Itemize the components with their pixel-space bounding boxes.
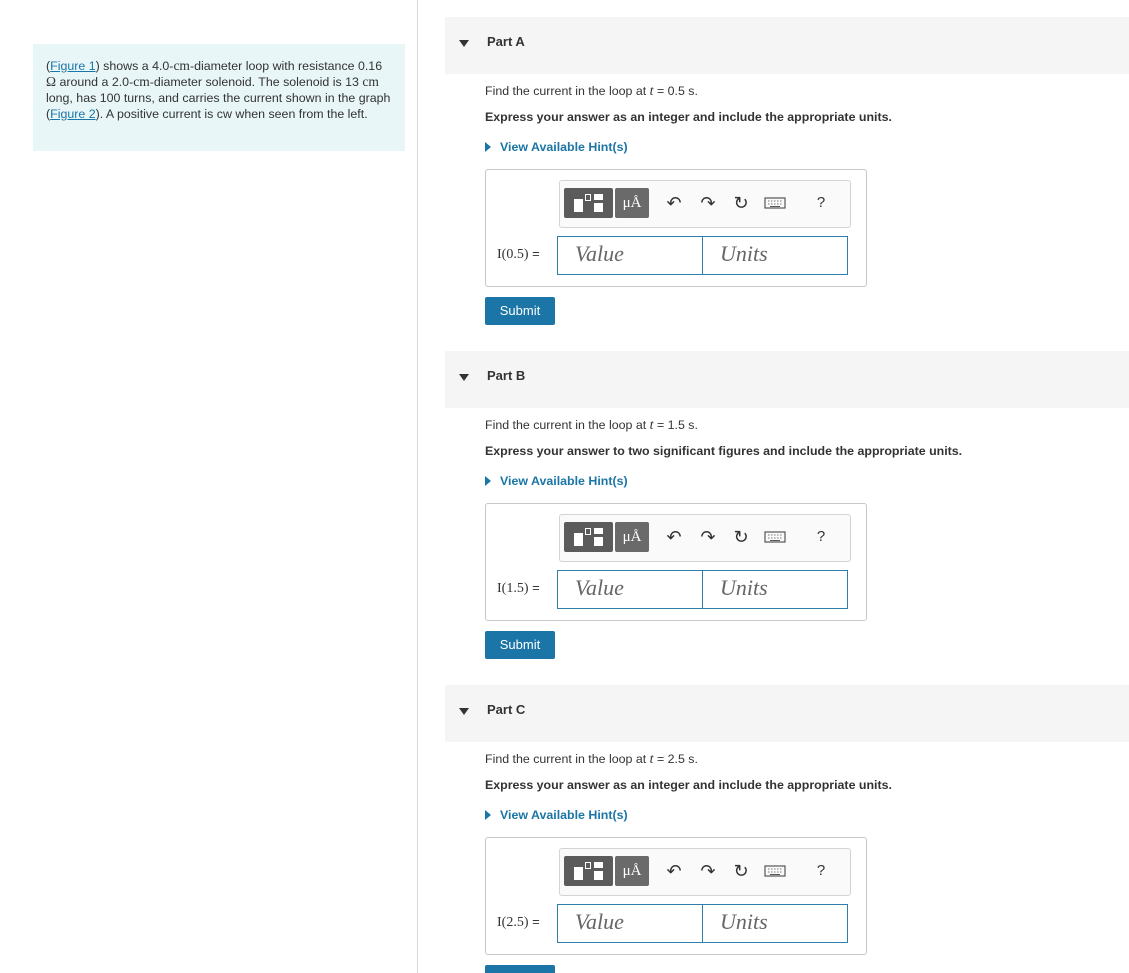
- answer-box: μÅ ↶ ↷ ↻ ? I(1.5) = Value Units: [485, 503, 867, 621]
- instruction-text: Express your answer to two significant f…: [485, 444, 963, 458]
- collapse-triangle-icon[interactable]: [459, 374, 469, 381]
- unit-cm: cm: [133, 74, 150, 89]
- units-button[interactable]: μÅ: [615, 856, 649, 886]
- undo-icon[interactable]: ↶: [663, 522, 685, 552]
- equation-label: I(2.5) =: [497, 914, 540, 930]
- math-toolbar: μÅ ↶ ↷ ↻ ?: [559, 180, 851, 228]
- submit-button[interactable]: Submit: [485, 965, 555, 973]
- keyboard-icon[interactable]: [764, 522, 786, 552]
- answer-box: μÅ ↶ ↷ ↻ ? I(2.5) = Value Units: [485, 837, 867, 955]
- value-input[interactable]: Value: [557, 570, 703, 609]
- expand-triangle-icon: [485, 810, 491, 820]
- submit-button[interactable]: Submit: [485, 631, 555, 659]
- redo-icon[interactable]: ↷: [697, 188, 719, 218]
- math-toolbar: μÅ ↶ ↷ ↻ ?: [559, 848, 851, 896]
- units-input[interactable]: Units: [702, 904, 848, 943]
- figure-1-link[interactable]: Figure 1: [50, 59, 95, 73]
- undo-icon[interactable]: ↶: [663, 856, 685, 886]
- problem-panel: (Figure 1) shows a 4.0-cm-diameter loop …: [0, 0, 418, 973]
- equation-label: I(0.5) =: [497, 246, 540, 262]
- keyboard-icon[interactable]: [764, 188, 786, 218]
- unit-ohm: Ω: [46, 74, 57, 89]
- problem-text: -diameter solenoid. The solenoid is 13: [149, 75, 359, 89]
- redo-icon[interactable]: ↷: [697, 856, 719, 886]
- question-text: Find the current in the loop at t = 2.5 …: [485, 752, 698, 767]
- undo-icon[interactable]: ↶: [663, 188, 685, 218]
- part-c-header[interactable]: Part C: [445, 685, 1129, 742]
- part-a-header[interactable]: Part A: [445, 17, 1129, 74]
- view-hints-link[interactable]: View Available Hint(s): [485, 808, 628, 822]
- view-hints-link[interactable]: View Available Hint(s): [485, 140, 628, 154]
- units-input[interactable]: Units: [702, 236, 848, 275]
- instruction-text: Express your answer as an integer and in…: [485, 110, 892, 124]
- templates-icon[interactable]: [564, 856, 613, 886]
- templates-icon[interactable]: [564, 188, 613, 218]
- part-title: Part C: [487, 702, 526, 717]
- figure-2-link[interactable]: Figure 2: [50, 107, 95, 121]
- units-input[interactable]: Units: [702, 570, 848, 609]
- keyboard-icon[interactable]: [764, 856, 786, 886]
- value-input[interactable]: Value: [557, 236, 703, 275]
- equation-label: I(1.5) =: [497, 580, 540, 596]
- question-text: Find the current in the loop at t = 1.5 …: [485, 418, 698, 433]
- help-icon[interactable]: ?: [810, 188, 832, 218]
- value-input[interactable]: Value: [557, 904, 703, 943]
- part-b-header[interactable]: Part B: [445, 351, 1129, 408]
- view-hints-link[interactable]: View Available Hint(s): [485, 474, 628, 488]
- expand-triangle-icon: [485, 142, 491, 152]
- units-button[interactable]: μÅ: [615, 188, 649, 218]
- collapse-triangle-icon[interactable]: [459, 40, 469, 47]
- unit-cm: cm: [362, 74, 379, 89]
- problem-text: ). A positive current is cw when seen fr…: [95, 107, 368, 121]
- reset-icon[interactable]: ↻: [730, 856, 752, 886]
- part-title: Part A: [487, 34, 525, 49]
- templates-icon[interactable]: [564, 522, 613, 552]
- expand-triangle-icon: [485, 476, 491, 486]
- problem-text: around a 2.0-: [56, 75, 134, 89]
- part-title: Part B: [487, 368, 526, 383]
- reset-icon[interactable]: ↻: [730, 522, 752, 552]
- problem-text: ) shows a 4.0-: [95, 59, 174, 73]
- unit-cm: cm: [173, 58, 190, 73]
- question-text: Find the current in the loop at t = 0.5 …: [485, 84, 698, 99]
- instruction-text: Express your answer as an integer and in…: [485, 778, 892, 792]
- reset-icon[interactable]: ↻: [730, 188, 752, 218]
- math-toolbar: μÅ ↶ ↷ ↻ ?: [559, 514, 851, 562]
- help-icon[interactable]: ?: [810, 522, 832, 552]
- answer-box: μÅ ↶ ↷ ↻ ? I(0.5) = Value Units: [485, 169, 867, 287]
- submit-button[interactable]: Submit: [485, 297, 555, 325]
- collapse-triangle-icon[interactable]: [459, 708, 469, 715]
- problem-statement: (Figure 1) shows a 4.0-cm-diameter loop …: [33, 44, 405, 151]
- help-icon[interactable]: ?: [810, 856, 832, 886]
- units-button[interactable]: μÅ: [615, 522, 649, 552]
- problem-text: -diameter loop with resistance 0.16: [189, 59, 383, 73]
- redo-icon[interactable]: ↷: [697, 522, 719, 552]
